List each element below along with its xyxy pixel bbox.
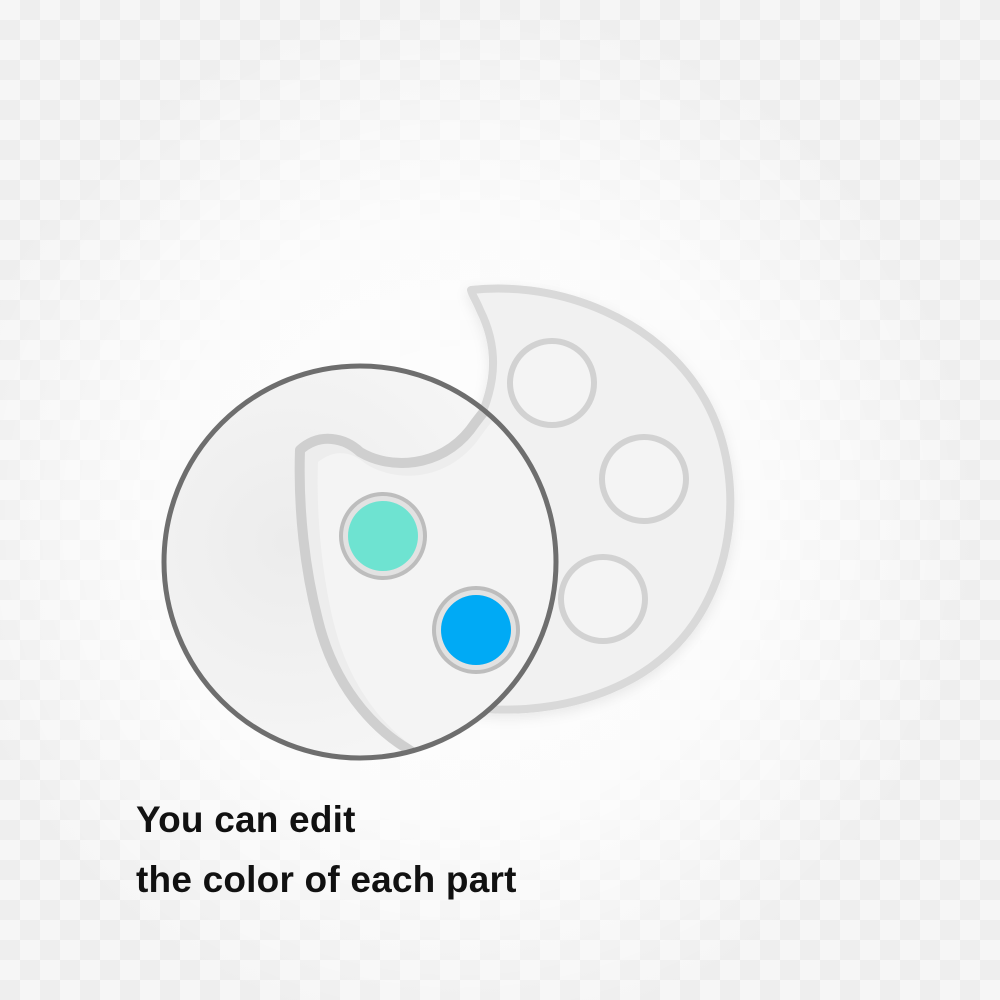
caption-line-2: the color of each part xyxy=(136,859,517,900)
empty-well xyxy=(599,434,689,524)
caption: You can edit the color of each part xyxy=(136,790,836,910)
empty-well xyxy=(558,554,648,644)
illustration-canvas: You can edit the color of each part xyxy=(0,0,1000,1000)
caption-line-1: You can edit xyxy=(136,799,356,840)
empty-well xyxy=(507,338,597,428)
color-well-blue-fill xyxy=(441,595,511,665)
color-well-mint-fill xyxy=(348,501,418,571)
